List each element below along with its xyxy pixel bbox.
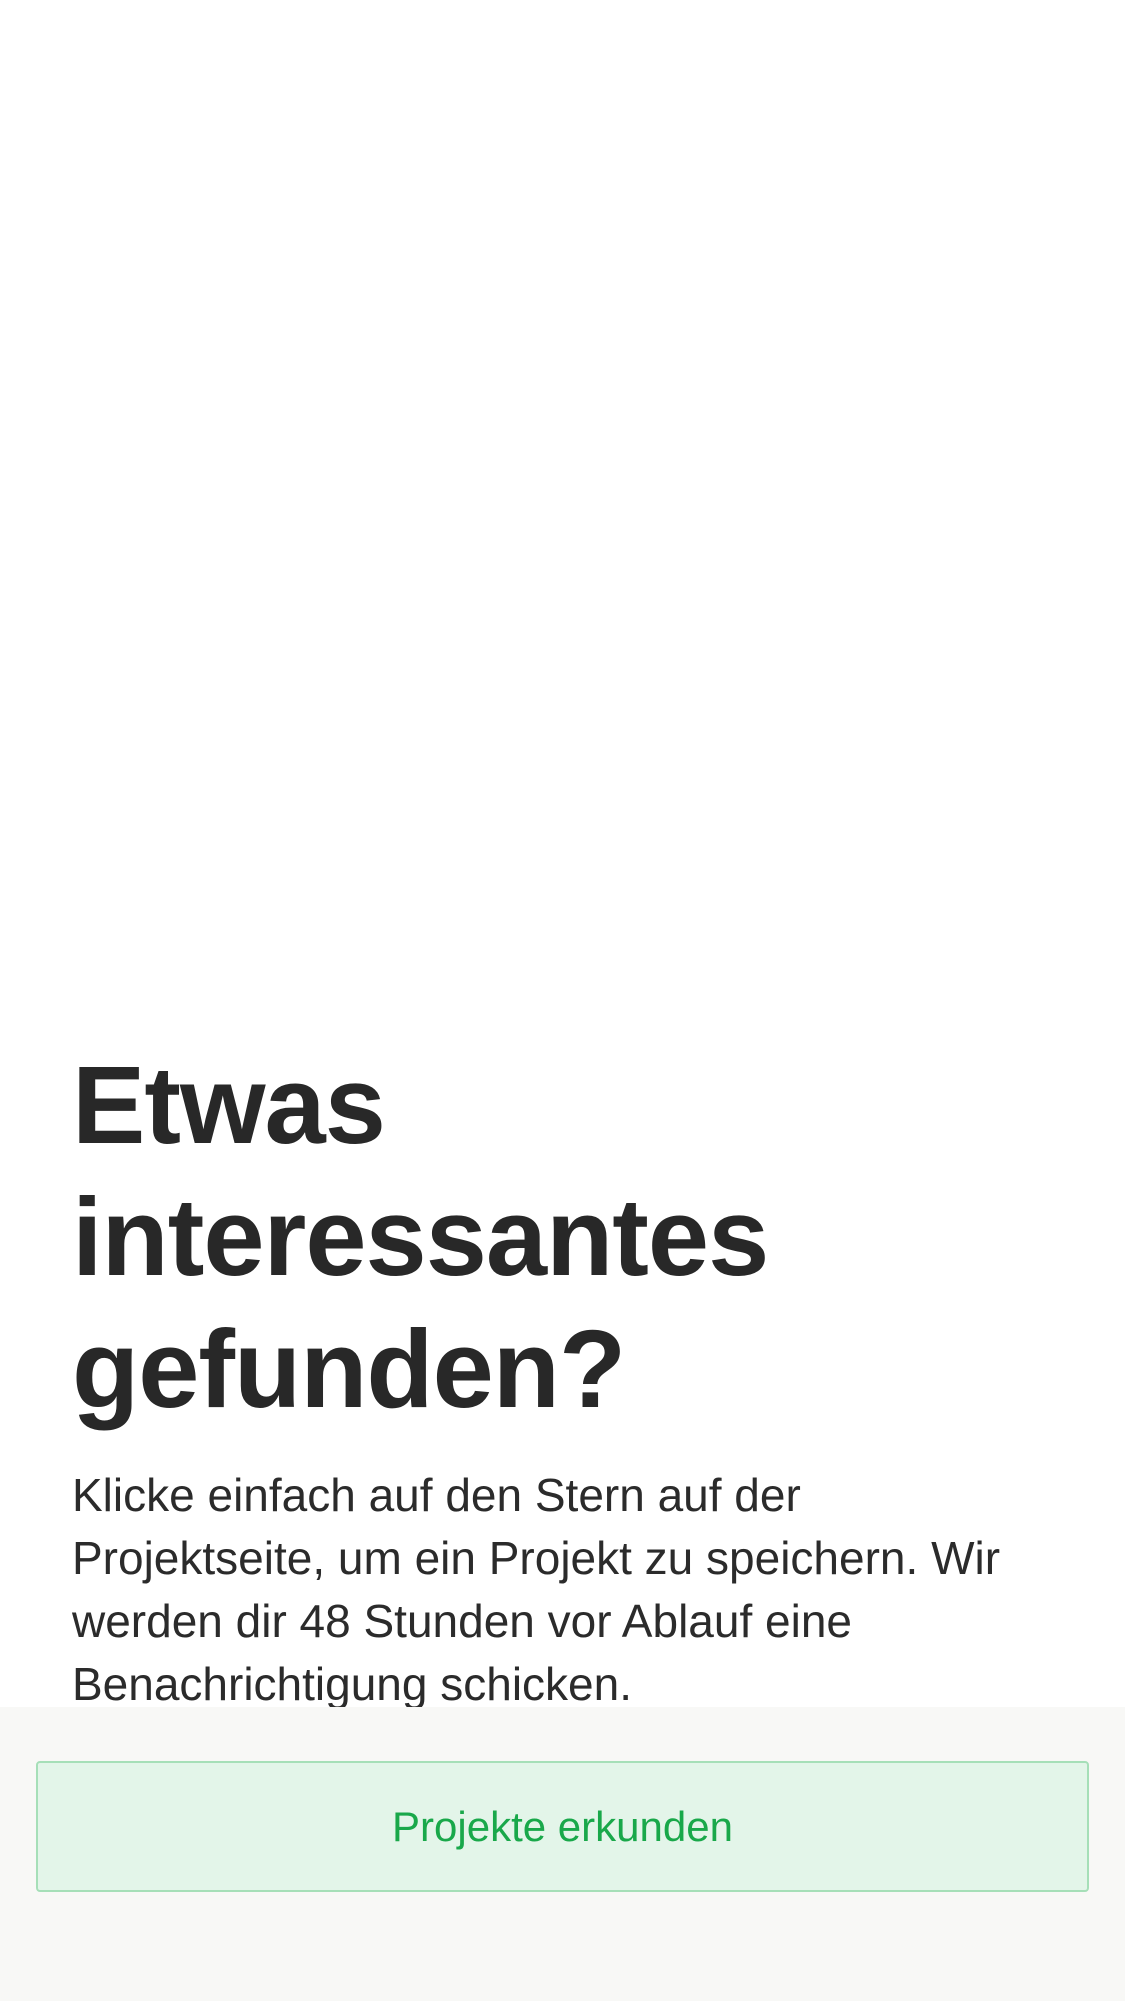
empty-state-headline: Etwas interessantes gefunden? <box>72 1044 769 1431</box>
empty-state: Etwas interessantes gefunden? Klicke ein… <box>72 1040 1072 1716</box>
empty-state-description: Klicke einfach auf den Stern auf der Pro… <box>72 1469 1001 1710</box>
explore-projects-button[interactable]: Projekte erkunden <box>36 1761 1089 1892</box>
footer-bar: Projekte erkunden <box>0 1707 1125 2001</box>
